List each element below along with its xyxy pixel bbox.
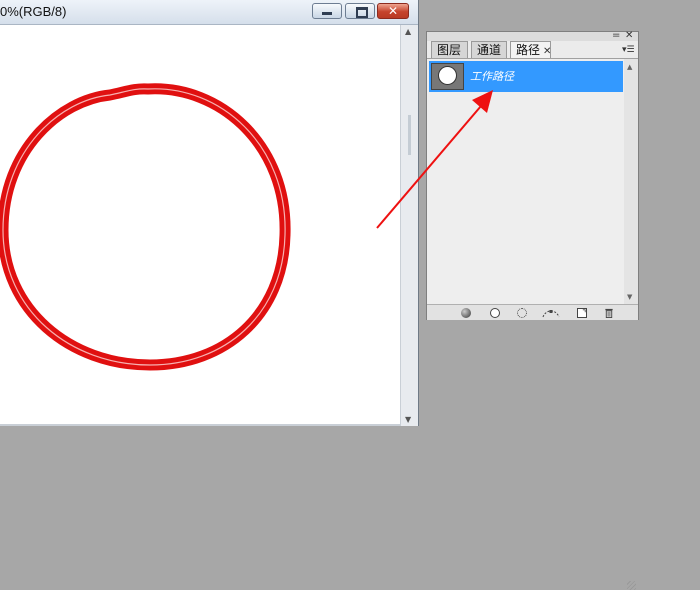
delete-path-icon[interactable] — [604, 308, 614, 318]
panel-scrollbar[interactable]: ▲ ▼ — [624, 59, 638, 305]
close-button[interactable]: ✕ — [377, 3, 409, 19]
path-thumbnail — [431, 63, 464, 90]
panel-collapse-icon[interactable]: = — [612, 31, 620, 41]
tab-paths[interactable]: 路径 ✕ — [510, 41, 551, 59]
scroll-up-icon[interactable]: ▲ — [405, 27, 411, 36]
tab-channels[interactable]: 通道 — [471, 41, 507, 58]
new-path-icon[interactable] — [577, 308, 587, 318]
close-icon: ✕ — [387, 4, 399, 18]
path-name[interactable]: 工作路径 — [470, 68, 514, 84]
minimize-icon — [313, 4, 341, 18]
maximize-button[interactable] — [345, 3, 375, 19]
scroll-up-icon[interactable]: ▲ — [627, 63, 632, 71]
scroll-down-icon[interactable]: ▼ — [627, 293, 632, 301]
tab-channels-label: 通道 — [477, 43, 502, 57]
canvas-vertical-scrollbar[interactable]: ▲ ▼ — [400, 25, 418, 426]
circle-path-thumbnail-icon — [439, 67, 456, 84]
load-selection-icon[interactable] — [517, 308, 527, 318]
stroke-path-icon[interactable] — [490, 308, 500, 318]
panel-close-icon[interactable]: ✕ — [625, 31, 633, 41]
scroll-thumb[interactable] — [408, 115, 411, 155]
red-circle-stroke — [0, 83, 291, 371]
tab-layers[interactable]: 图层 — [431, 41, 468, 58]
tab-paths-label: 路径 — [516, 43, 541, 57]
panel-footer — [427, 304, 638, 590]
maximize-icon — [346, 4, 374, 18]
tab-layers-label: 图层 — [437, 43, 462, 57]
list-item-work-path[interactable]: 工作路径 — [429, 61, 623, 92]
document-window: 0%(RGB/8) ✕ ▲ ▼ — [0, 0, 419, 426]
panel-menu-icon[interactable]: ▾☰ — [622, 45, 635, 55]
paths-list: 工作路径 ▲ ▼ — [427, 58, 638, 305]
panel-titlebar[interactable]: = ✕ — [427, 31, 638, 41]
minimize-button[interactable] — [312, 3, 342, 19]
fill-path-icon[interactable] — [461, 308, 471, 318]
make-work-path-icon[interactable] — [542, 308, 560, 318]
document-titlebar[interactable]: 0%(RGB/8) ✕ — [0, 0, 418, 25]
tab-close-icon[interactable]: ✕ — [543, 46, 551, 57]
document-title: 0%(RGB/8) — [0, 4, 67, 19]
scroll-down-icon[interactable]: ▼ — [405, 415, 411, 424]
paths-panel: = ✕ 图层 通道 路径 ✕ ▾☰ 工作路径 ▲ ▼ — [426, 31, 639, 590]
resize-grip-icon[interactable] — [627, 581, 636, 590]
